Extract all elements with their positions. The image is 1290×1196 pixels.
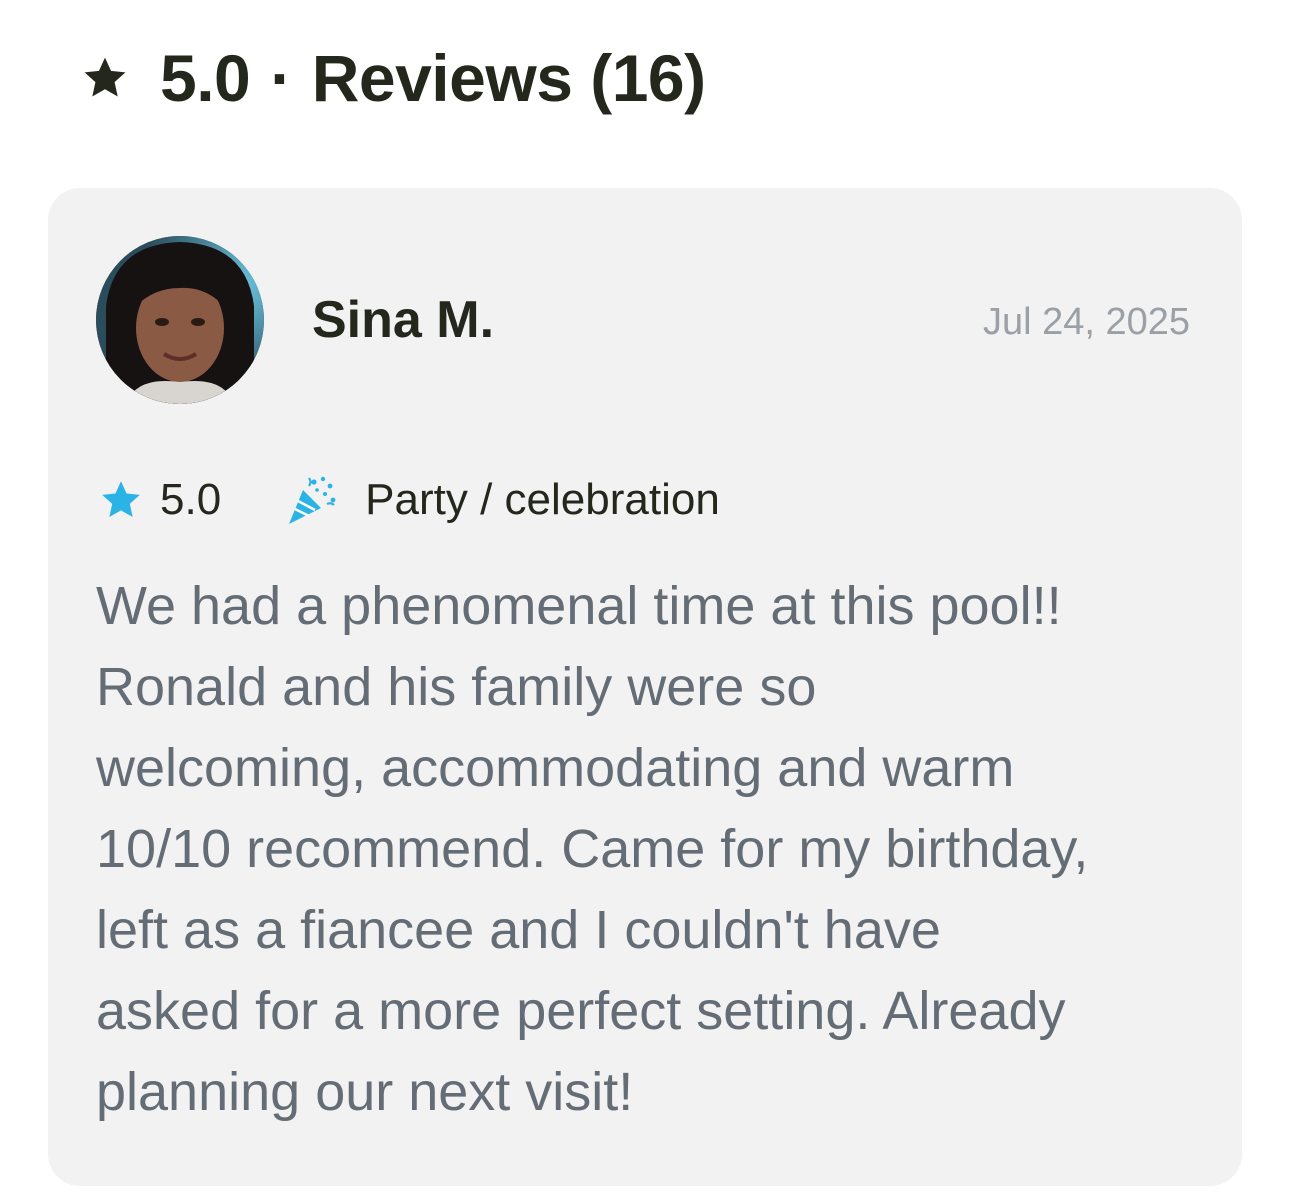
review-card: Sina M. Jul 24, 2025 5.0 Party / celebra… xyxy=(48,188,1242,1186)
review-occasion: Party / celebration xyxy=(365,475,720,524)
overall-rating: 5.0 xyxy=(160,41,251,115)
reviews-header: 5.0 · Reviews (16) xyxy=(80,36,706,120)
party-popper-icon xyxy=(289,476,336,524)
rating-star-icon xyxy=(102,481,140,518)
review-meta: 5.0 Party / celebration xyxy=(98,470,720,530)
avatar[interactable] xyxy=(96,236,264,404)
avatar-photo xyxy=(96,236,264,404)
reviewer-name[interactable]: Sina M. xyxy=(312,288,494,352)
star-icon xyxy=(84,57,126,97)
review-rating: 5.0 xyxy=(160,475,222,524)
reviews-count-label: Reviews (16) xyxy=(311,41,706,115)
review-date: Jul 24, 2025 xyxy=(982,301,1190,343)
header-separator: · xyxy=(270,41,292,115)
review-text: We had a phenomenal time at this pool!! … xyxy=(96,576,1089,1122)
